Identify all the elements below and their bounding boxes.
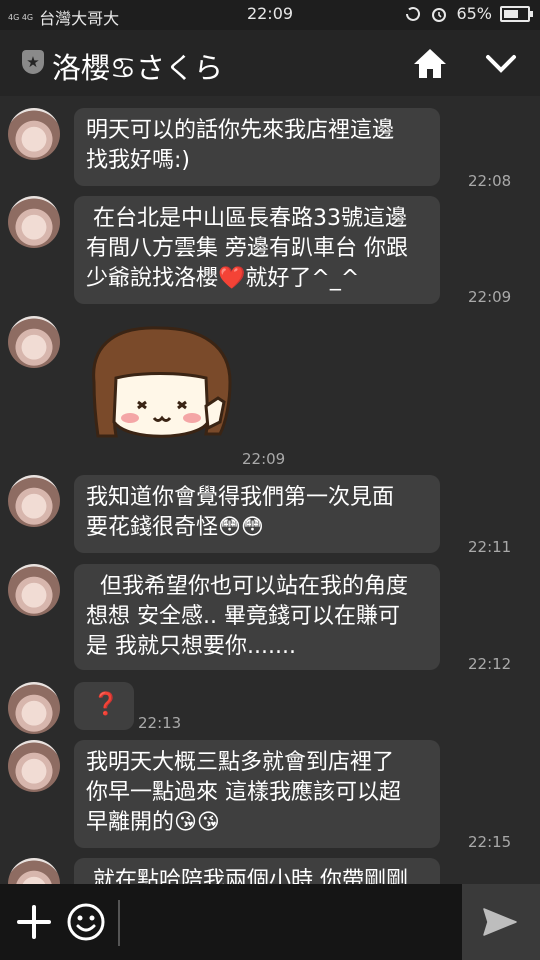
message-bubble[interactable]: ❓ (74, 682, 134, 730)
chat-header: ★ 洛櫻♋さくら (0, 30, 540, 96)
message-bubble[interactable]: 我明天大概三點多就會到店裡了 你早一點過來 這樣我應該可以超 早離開的😘😘 (74, 740, 440, 848)
cartoon-girl-sticker[interactable] (80, 322, 240, 444)
contact-name[interactable]: 洛櫻♋さくら (52, 45, 223, 87)
avatar[interactable] (8, 682, 60, 734)
star-shield-icon: ★ (22, 50, 44, 74)
send-icon[interactable] (482, 906, 518, 938)
message-bubble[interactable]: 我知道你會覺得我們第一次見面 要花錢很奇怪😳😳 (74, 475, 440, 553)
avatar[interactable] (8, 740, 60, 792)
send-button[interactable] (462, 884, 540, 960)
message-bubble[interactable]: 明天可以的話你先來我店裡這邊 找我好嗎:) (74, 108, 440, 186)
message-input[interactable] (118, 900, 474, 946)
message-time: 22:11 (468, 538, 512, 556)
avatar[interactable] (8, 564, 60, 616)
avatar[interactable] (8, 108, 60, 160)
message-time: 22:12 (468, 655, 512, 673)
avatar[interactable] (8, 475, 60, 527)
chevron-down-icon[interactable] (484, 48, 518, 78)
avatar[interactable] (8, 316, 60, 368)
emoji-icon[interactable] (66, 902, 106, 942)
message-bubble[interactable]: 但我希望你也可以站在我的角度 想想 安全感.. 畢竟錢可以在賺可 是 我就只想要… (74, 564, 440, 670)
battery-icon (500, 5, 533, 22)
message-input-bar (0, 884, 540, 960)
message-time: 22:08 (468, 172, 512, 190)
message-bubble[interactable]: 在台北是中山區長春路33號這邊 有間八方雲集 旁邊有趴車台 你跟 少爺說找洛櫻❤… (74, 196, 440, 304)
avatar[interactable] (8, 196, 60, 248)
alarm-icon (432, 7, 447, 22)
plus-icon[interactable] (16, 904, 52, 940)
message-time: 22:09 (468, 288, 512, 306)
message-time: 22:15 (468, 833, 512, 851)
home-icon[interactable] (412, 46, 448, 80)
sync-icon (406, 6, 421, 21)
message-time: 22:09 (242, 450, 286, 468)
status-bar: 4G 4G 台灣大哥大 22:09 65% (0, 0, 540, 30)
message-time: 22:13 (138, 714, 182, 732)
battery-percent: 65% (456, 4, 492, 23)
